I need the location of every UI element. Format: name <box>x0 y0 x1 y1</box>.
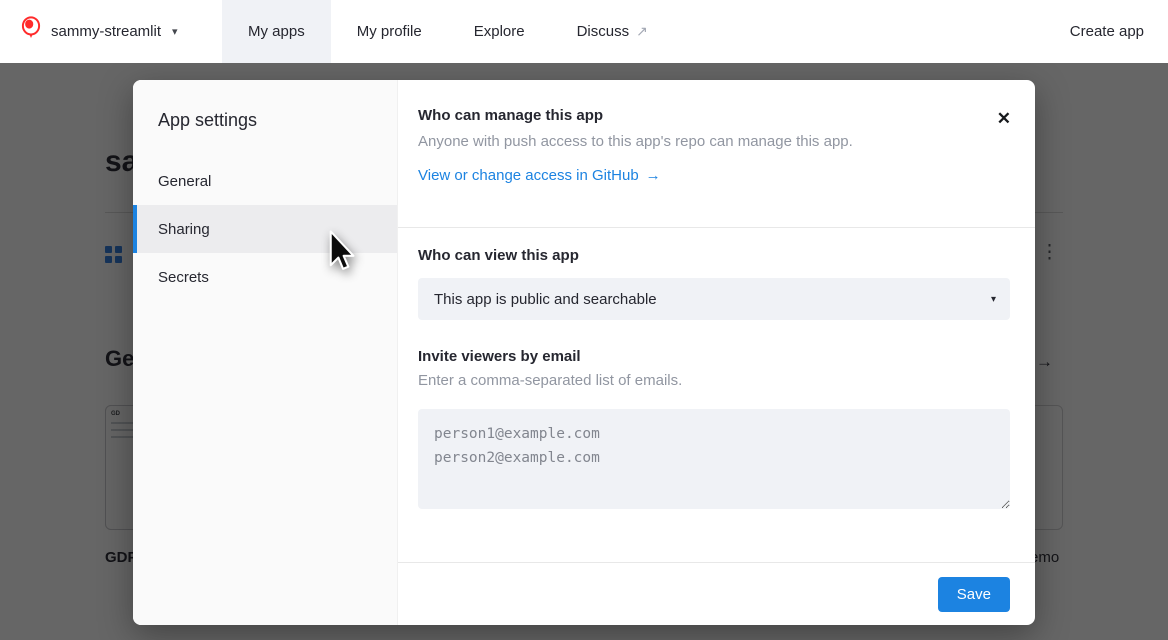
tab-discuss[interactable]: Discuss ↗ <box>551 0 674 63</box>
manage-section: Who can manage this app Anyone with push… <box>398 80 1035 227</box>
visibility-select[interactable]: This app is public and searchable ▾ <box>418 278 1010 320</box>
close-icon[interactable]: ✕ <box>997 110 1011 127</box>
top-nav: sammy-streamlit ▾ My apps My profile Exp… <box>0 0 1168 63</box>
chevron-down-icon: ▾ <box>172 25 178 38</box>
sidebar-item-sharing[interactable]: Sharing <box>133 205 397 253</box>
arrow-right-icon: → <box>646 167 661 184</box>
create-app-button[interactable]: Create app <box>1070 23 1144 40</box>
manage-subtitle: Anyone with push access to this app's re… <box>418 133 975 150</box>
invite-title: Invite viewers by email <box>418 348 1010 365</box>
github-access-link[interactable]: View or change access in GitHub → <box>418 167 661 184</box>
invite-emails-textarea[interactable] <box>418 409 1010 509</box>
external-link-icon: ↗ <box>636 23 648 40</box>
workspace-switcher[interactable]: sammy-streamlit ▾ <box>20 16 222 48</box>
sidebar-item-general[interactable]: General <box>133 157 397 205</box>
workspace-name: sammy-streamlit <box>51 23 161 40</box>
save-button[interactable]: Save <box>938 577 1010 612</box>
invite-subtitle: Enter a comma-separated list of emails. <box>418 372 1010 389</box>
tab-explore[interactable]: Explore <box>448 0 551 63</box>
tab-discuss-label: Discuss <box>577 23 630 40</box>
manage-title: Who can manage this app <box>418 107 975 124</box>
tab-my-profile[interactable]: My profile <box>331 0 448 63</box>
tab-my-apps[interactable]: My apps <box>222 0 331 63</box>
sharing-panel: Who can manage this app Anyone with push… <box>398 80 1035 625</box>
sidebar-item-secrets[interactable]: Secrets <box>133 253 397 301</box>
app-settings-modal: App settings General Sharing Secrets Who… <box>133 80 1035 625</box>
main-nav: My apps My profile Explore Discuss ↗ <box>222 0 674 63</box>
streamlit-balloon-logo-icon <box>20 16 42 48</box>
settings-sidebar: App settings General Sharing Secrets <box>133 80 398 625</box>
visibility-select-value: This app is public and searchable <box>434 291 657 308</box>
settings-title: App settings <box>133 80 397 157</box>
view-section: Who can view this app This app is public… <box>398 228 1035 514</box>
view-title: Who can view this app <box>418 247 1010 264</box>
github-access-link-label: View or change access in GitHub <box>418 167 639 184</box>
page: sa ⋮ Get → GD GDP emo <box>0 0 1168 640</box>
chevron-down-icon: ▾ <box>991 294 996 305</box>
modal-footer: Save <box>398 562 1035 625</box>
